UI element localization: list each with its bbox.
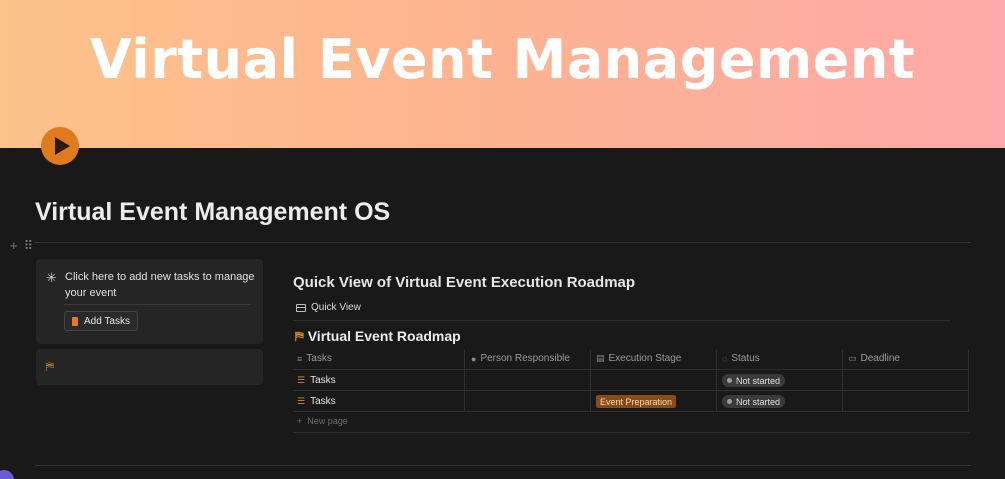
add-tasks-label: Add Tasks bbox=[84, 315, 130, 327]
status-dot bbox=[727, 399, 732, 404]
column-divider bbox=[464, 350, 465, 411]
column-divider bbox=[590, 350, 591, 411]
table-row-2-status[interactable]: Not started bbox=[722, 395, 786, 408]
view-tab-quick-view[interactable]: Quick View bbox=[296, 302, 361, 313]
linked-block[interactable]: ⛿ bbox=[36, 349, 263, 385]
table-row-2-stage[interactable]: Event Preparation bbox=[596, 395, 677, 408]
status-icon: ◌ bbox=[722, 353, 728, 364]
calendar-icon: ▭ bbox=[848, 353, 857, 363]
stage-tag: Event Preparation bbox=[596, 395, 677, 408]
callout-divider bbox=[64, 304, 251, 305]
table-row-1-task[interactable]: ☰ Tasks bbox=[297, 374, 336, 387]
view-tab-label: Quick View bbox=[311, 302, 361, 313]
status-badge: Not started bbox=[722, 395, 786, 408]
tab-underline bbox=[293, 320, 951, 321]
add-block-icon[interactable]: + bbox=[10, 238, 18, 254]
column-divider bbox=[968, 350, 969, 411]
divider bbox=[35, 465, 971, 466]
column-header-status[interactable]: ◌ Status bbox=[722, 353, 760, 364]
table-row-1-status[interactable]: Not started bbox=[722, 374, 786, 387]
cover-banner: Virtual Event Management bbox=[0, 0, 1005, 148]
roadmap-icon: ⛿ bbox=[295, 328, 304, 343]
status-dot bbox=[727, 378, 732, 383]
sparkle-icon: ✳ bbox=[46, 270, 57, 285]
table-icon bbox=[296, 303, 306, 312]
cover-title: Virtual Event Management bbox=[89, 28, 916, 91]
plus-icon: + bbox=[297, 416, 303, 426]
divider bbox=[35, 242, 971, 243]
section-heading: Quick View of Virtual Event Execution Ro… bbox=[293, 274, 636, 291]
row-divider bbox=[293, 369, 969, 370]
task-icon bbox=[72, 316, 78, 326]
column-header-deadline[interactable]: ▭ Deadline bbox=[848, 353, 900, 364]
callout-text: Click here to add new tasks to manage yo… bbox=[65, 271, 255, 299]
status-badge: Not started bbox=[722, 374, 786, 387]
avatar[interactable] bbox=[0, 470, 14, 479]
column-divider bbox=[842, 350, 843, 411]
row-divider bbox=[293, 390, 969, 391]
text-icon: ≡ bbox=[297, 353, 303, 364]
add-tasks-button[interactable]: Add Tasks bbox=[64, 311, 138, 331]
column-header-stage[interactable]: ▤ Execution Stage bbox=[596, 353, 681, 364]
database-title[interactable]: ⛿ Virtual Event Roadmap bbox=[295, 328, 461, 344]
table-row-2-task[interactable]: ☰ Tasks bbox=[297, 395, 336, 408]
column-header-tasks[interactable]: ≡ Tasks bbox=[297, 353, 332, 364]
callout: ✳ Click here to add new tasks to manage … bbox=[36, 259, 263, 344]
block-handle[interactable]: + ⠿ bbox=[10, 238, 33, 254]
page-title: Virtual Event Management OS bbox=[35, 198, 391, 226]
checklist-icon: ☰ bbox=[297, 396, 306, 406]
person-icon: ● bbox=[471, 353, 477, 364]
checklist-icon: ☰ bbox=[297, 375, 306, 385]
row-divider bbox=[293, 432, 969, 433]
new-page-button[interactable]: + New page bbox=[297, 416, 348, 426]
roadmap-icon: ⛿ bbox=[46, 361, 54, 373]
database-title-label: Virtual Event Roadmap bbox=[307, 328, 461, 344]
play-icon[interactable] bbox=[41, 127, 79, 165]
drag-handle-icon[interactable]: ⠿ bbox=[24, 238, 34, 254]
column-header-person[interactable]: ● Person Responsible bbox=[471, 353, 570, 364]
select-icon: ▤ bbox=[596, 353, 605, 363]
column-divider bbox=[716, 350, 717, 411]
row-divider bbox=[293, 411, 969, 412]
